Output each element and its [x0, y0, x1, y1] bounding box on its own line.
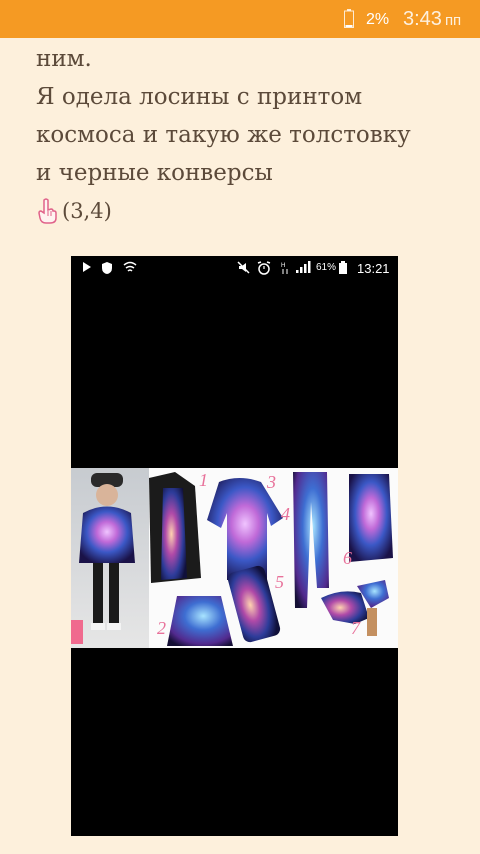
- battery-icon: [339, 261, 347, 274]
- item-number: 1: [199, 470, 208, 490]
- rating-text: (3,4): [62, 199, 112, 223]
- play-icon: [83, 262, 91, 272]
- shield-icon: [102, 262, 112, 274]
- inner-battery-percent: 61%: [316, 262, 337, 273]
- inner-status-bar: H 61% 13:21: [71, 256, 398, 280]
- embedded-screenshot[interactable]: H 61% 13:21 1 2 3 4 5 6 7: [71, 256, 398, 836]
- mute-icon: [237, 261, 250, 274]
- battery-percent: 2%: [366, 11, 390, 28]
- article-body: ним. Я одела лосины с принтом космоса и …: [36, 40, 456, 230]
- item-number: 2: [157, 618, 166, 638]
- battery-low-icon: [344, 9, 354, 28]
- alarm-icon: [257, 261, 271, 275]
- pointing-hand-icon: [38, 198, 57, 224]
- signal-icon: [296, 261, 311, 273]
- item-number: 5: [275, 572, 284, 592]
- rating-row: (3,4): [36, 192, 456, 230]
- clock-suffix: пп: [444, 12, 462, 29]
- inner-clock: 13:21: [357, 261, 390, 276]
- galaxy-outfit-collage: 1 2 3 4 5 6 7: [71, 468, 398, 648]
- svg-text:H: H: [281, 263, 285, 269]
- item-number: 4: [281, 504, 290, 524]
- clock-time: 3:43: [403, 8, 442, 30]
- article-line: Я одела лосины с принтом: [36, 84, 363, 110]
- wifi-icon: [123, 261, 137, 272]
- item-number: 7: [351, 618, 360, 638]
- article-line: космоса и такую же толстовку: [36, 122, 411, 148]
- status-clock: 3:43 пп: [403, 8, 461, 31]
- article-line: ним.: [36, 46, 92, 72]
- status-bar: 2% 3:43 пп: [0, 0, 480, 38]
- data-arrows-icon: H: [281, 263, 288, 274]
- item-number: 6: [343, 548, 352, 568]
- article-line: и черные конверсы: [36, 160, 273, 186]
- item-number: 3: [267, 472, 276, 492]
